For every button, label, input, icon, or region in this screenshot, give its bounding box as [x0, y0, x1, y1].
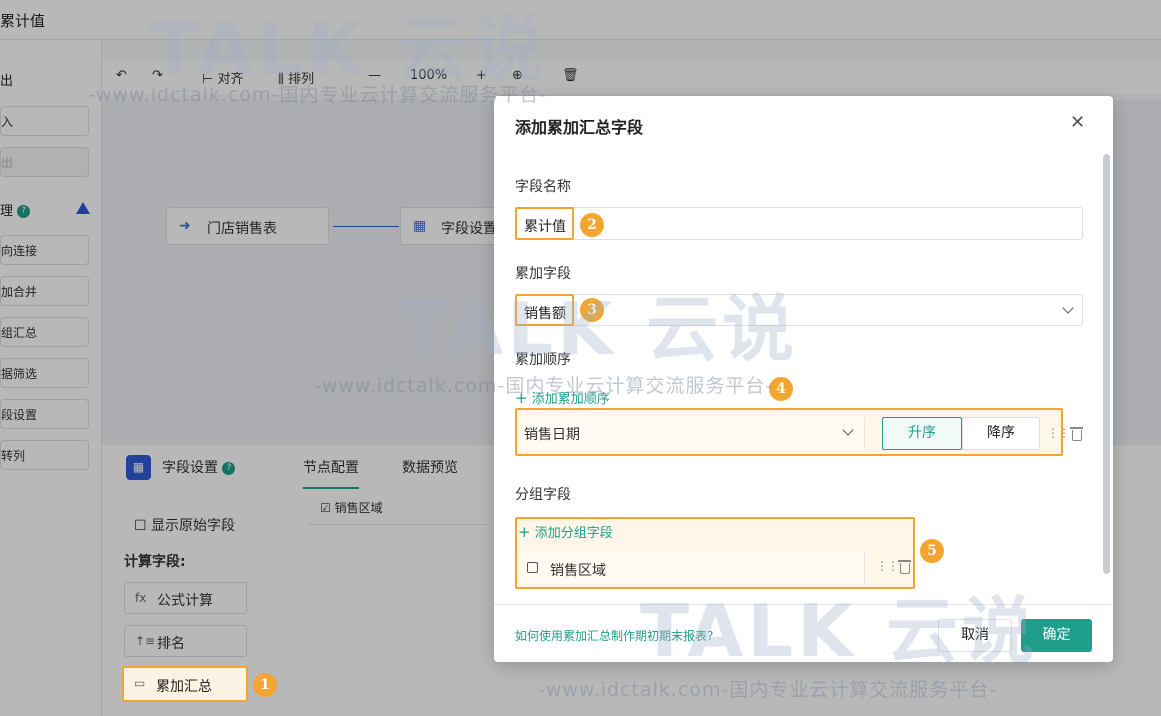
field-name-text: 累计值 [524, 219, 566, 235]
accumulate-icon: ▭ [134, 676, 146, 690]
dialog-title: 添加累加汇总字段 [515, 118, 644, 137]
group-field-text: 销售区域 [550, 563, 606, 579]
accum-field-label: 累加字段 [515, 266, 571, 282]
accumulate-summary-button[interactable]: ▭ 累加汇总 [122, 666, 248, 702]
field-name-label: 字段名称 [515, 179, 571, 195]
help-link[interactable]: 如何使用累加汇总制作期初期末报表? [515, 627, 713, 644]
add-group-label: 添加分组字段 [534, 526, 613, 541]
cancel-button[interactable]: 取消 [938, 619, 1012, 652]
step-badge-1: 1 [253, 673, 277, 697]
scrollbar[interactable] [1103, 154, 1110, 574]
asc-button[interactable]: 升序 [882, 417, 962, 450]
trash-icon[interactable] [898, 560, 911, 574]
plus-icon: + [518, 523, 531, 541]
close-icon[interactable]: ✕ [1070, 112, 1085, 133]
drag-handle-icon[interactable]: ⋮⋮ [1047, 426, 1070, 440]
plus-icon: + [515, 389, 528, 407]
accum-order-label: 累加顺序 [515, 352, 571, 368]
order-field-text: 销售日期 [524, 427, 580, 443]
trash-icon[interactable] [1070, 427, 1083, 441]
accum-field-text: 销售额 [524, 306, 566, 322]
drag-handle-icon[interactable]: ⋮⋮ [876, 559, 899, 573]
group-field-item[interactable]: 销售区域 [519, 552, 865, 584]
dialog-footer: 如何使用累加汇总制作期初期末报表? 取消 确定 [494, 604, 1113, 662]
add-group-link[interactable]: + 添加分组字段 [518, 522, 613, 541]
step-badge-3: 3 [580, 298, 604, 322]
accum-field-value[interactable]: 销售额 [515, 294, 574, 326]
accumulate-label: 累加汇总 [156, 679, 212, 695]
chevron-down-icon [1062, 302, 1074, 314]
order-field-select[interactable]: 销售日期 [519, 417, 865, 450]
field-type-icon [527, 562, 538, 573]
chevron-down-icon [842, 424, 854, 436]
group-field-label: 分组字段 [515, 487, 571, 503]
field-name-value[interactable]: 累计值 [515, 207, 574, 240]
step-badge-2: 2 [580, 213, 604, 237]
step-badge-5: 5 [920, 539, 944, 563]
add-order-label: 添加累加顺序 [531, 392, 610, 407]
desc-button[interactable]: 降序 [962, 417, 1040, 450]
add-order-link[interactable]: + 添加累加顺序 [515, 388, 610, 407]
add-accumulate-dialog: 添加累加汇总字段 ✕ 字段名称 累计值 2 累加字段 销售额 3 累加顺序 + … [494, 96, 1113, 662]
confirm-button[interactable]: 确定 [1021, 619, 1092, 652]
step-badge-4: 4 [769, 377, 793, 401]
